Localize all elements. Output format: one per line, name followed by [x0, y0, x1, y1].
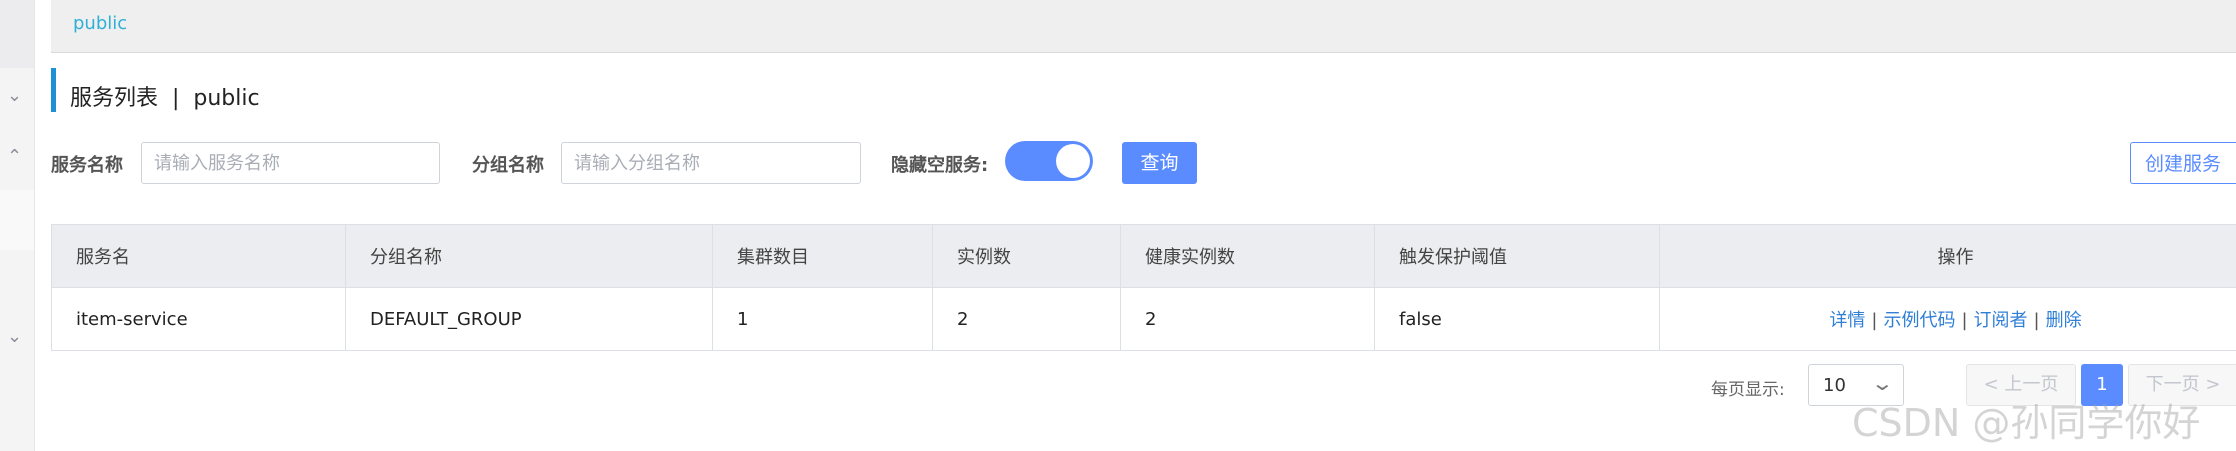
- column-header-service-name: 服务名: [51, 224, 346, 288]
- cell-operations: 详情 | 示例代码 | 订阅者 | 删除: [1659, 287, 2236, 351]
- query-button[interactable]: 查询: [1122, 142, 1197, 184]
- service-name-label: 服务名称: [51, 155, 123, 176]
- cell-group-name: DEFAULT_GROUP: [345, 287, 713, 351]
- column-header-group-name: 分组名称: [345, 224, 713, 288]
- create-service-button[interactable]: 创建服务: [2130, 142, 2236, 184]
- sidebar-active-item[interactable]: [0, 190, 34, 250]
- namespace-bar: public: [51, 0, 2236, 53]
- title-accent-bar: [51, 68, 56, 112]
- service-name-input[interactable]: [141, 142, 440, 184]
- toggle-knob: [1056, 144, 1090, 178]
- cell-service-name: item-service: [51, 287, 346, 351]
- hide-empty-services-label: 隐藏空服务:: [891, 155, 989, 176]
- column-header-operations: 操作: [1659, 224, 2236, 288]
- cell-protection-threshold: false: [1374, 287, 1660, 351]
- page-size-label: 每页显示:: [1711, 380, 1785, 400]
- column-header-instance-count: 实例数: [932, 224, 1121, 288]
- namespace-tab-public[interactable]: public: [73, 13, 127, 34]
- sample-code-link[interactable]: 示例代码: [1883, 310, 1955, 331]
- left-sidebar: ⌄ ⌃ ⌄: [0, 0, 35, 451]
- column-header-healthy-instance-count: 健康实例数: [1120, 224, 1375, 288]
- hide-empty-services-toggle[interactable]: [1005, 141, 1093, 181]
- ops-separator: |: [2033, 310, 2040, 331]
- chevron-down-icon[interactable]: ⌄: [7, 328, 22, 346]
- delete-link[interactable]: 删除: [2046, 310, 2082, 331]
- cell-cluster-count: 1: [712, 287, 933, 351]
- column-header-cluster-count: 集群数目: [712, 224, 933, 288]
- group-name-label: 分组名称: [472, 155, 544, 176]
- ops-separator: |: [1871, 310, 1878, 331]
- subscribers-link[interactable]: 订阅者: [1974, 310, 2028, 331]
- ops-separator: |: [1961, 310, 1968, 331]
- page-size-value: 10: [1823, 375, 1846, 396]
- group-name-input[interactable]: [561, 142, 861, 184]
- cell-instance-count: 2: [932, 287, 1121, 351]
- table-header-row: 服务名 分组名称 集群数目 实例数 健康实例数 触发保护阈值 操作: [51, 224, 2236, 288]
- service-table: 服务名 分组名称 集群数目 实例数 健康实例数 触发保护阈值 操作 item-s…: [51, 224, 2236, 351]
- chevron-down-icon[interactable]: ⌄: [7, 87, 22, 105]
- table-row: item-service DEFAULT_GROUP 1 2 2 false 详…: [51, 287, 2236, 351]
- details-link[interactable]: 详情: [1829, 310, 1865, 331]
- sidebar-block: [0, 0, 34, 68]
- column-header-protection-threshold: 触发保护阈值: [1374, 224, 1660, 288]
- page-title: 服务列表 | public: [70, 86, 260, 111]
- cell-healthy-instance-count: 2: [1120, 287, 1375, 351]
- chevron-up-icon[interactable]: ⌃: [7, 148, 22, 166]
- watermark: CSDN @孙同学你好: [1852, 401, 2201, 445]
